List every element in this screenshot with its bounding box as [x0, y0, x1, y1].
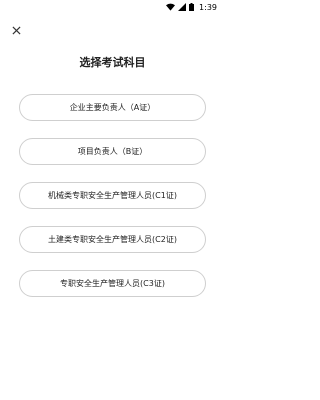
subject-list: 企业主要负责人（A证） 项目负责人（B证） 机械类专职安全生产管理人员(C1证)… [19, 94, 206, 314]
subject-label: 专职安全生产管理人员(C3证) [60, 279, 165, 288]
subject-label: 企业主要负责人（A证） [69, 103, 156, 112]
close-button[interactable] [9, 22, 23, 36]
subject-button-c3[interactable]: 专职安全生产管理人员(C3证) [19, 270, 206, 297]
subject-label: 项目负责人（B证） [77, 147, 148, 156]
subject-button-b[interactable]: 项目负责人（B证） [19, 138, 206, 165]
subject-button-c1[interactable]: 机械类专职安全生产管理人员(C1证) [19, 182, 206, 209]
close-icon [11, 20, 21, 39]
subject-label: 土建类专职安全生产管理人员(C2证) [48, 235, 177, 244]
wifi-icon [166, 3, 176, 11]
subject-button-c2[interactable]: 土建类专职安全生产管理人员(C2证) [19, 226, 206, 253]
subject-button-a[interactable]: 企业主要负责人（A证） [19, 94, 206, 121]
status-bar: 1:39 [0, 0, 225, 14]
signal-icon [178, 3, 187, 11]
page-title: 选择考试科目 [79, 56, 146, 69]
battery-icon [189, 3, 195, 11]
status-time: 1:39 [199, 2, 217, 12]
subject-label: 机械类专职安全生产管理人员(C1证) [48, 191, 177, 200]
